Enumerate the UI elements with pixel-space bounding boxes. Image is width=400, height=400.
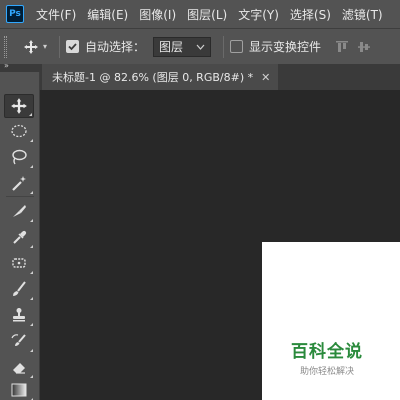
- auto-select-target-dropdown[interactable]: 图层: [153, 36, 212, 57]
- show-transform-checkbox[interactable]: [230, 40, 244, 53]
- collapse-arrows-icon[interactable]: »: [4, 61, 9, 70]
- watermark-subtitle: 助你轻松解决: [299, 367, 354, 377]
- watermark: 百科全说 助你轻松解决: [288, 337, 366, 377]
- magic-wand-icon: [12, 176, 26, 191]
- menu-type[interactable]: 文字(Y): [238, 6, 279, 23]
- document-tab-bar: 未标题-1 @ 82.6% (图层 0, RGB/8#) * ✕: [40, 64, 400, 90]
- eraser-tool[interactable]: [4, 355, 34, 379]
- tools-panel: [0, 72, 40, 400]
- eyedropper-icon: [13, 230, 27, 244]
- separator: [223, 35, 225, 58]
- history-brush-icon: [11, 334, 26, 346]
- magic-wand-tool[interactable]: [4, 171, 34, 195]
- document-tab[interactable]: 未标题-1 @ 82.6% (图层 0, RGB/8#) * ✕: [42, 64, 278, 90]
- slice-knife-icon: [13, 205, 26, 217]
- chevron-down-icon: [196, 44, 205, 50]
- align-vertical-center-icon[interactable]: [357, 40, 371, 54]
- auto-select-label: 自动选择：: [85, 40, 146, 54]
- eyedropper-tool[interactable]: [4, 225, 34, 249]
- menu-image[interactable]: 图像(I): [139, 6, 176, 23]
- align-buttons: [335, 40, 371, 54]
- preset-dropdown-icon[interactable]: ▾: [43, 42, 53, 51]
- auto-select-target-value: 图层: [159, 40, 184, 54]
- auto-select-checkbox[interactable]: [66, 40, 79, 53]
- photoshop-logo[interactable]: Ps: [6, 5, 24, 23]
- move-tool[interactable]: [4, 94, 34, 118]
- menu-layer[interactable]: 图层(L): [187, 6, 227, 23]
- align-top-icon[interactable]: [335, 40, 349, 54]
- menu-file[interactable]: 文件(F): [36, 6, 76, 23]
- options-bar-grip[interactable]: [4, 35, 7, 58]
- show-transform-label: 显示变换控件: [249, 40, 322, 54]
- clone-stamp-tool[interactable]: [4, 303, 34, 327]
- options-bar: ▾ 自动选择： 图层 显示变换控件: [0, 28, 400, 64]
- lasso-icon: [12, 149, 27, 165]
- gradient-icon: [11, 383, 27, 397]
- stamp-icon: [13, 308, 25, 322]
- document-tab-title: 未标题-1 @ 82.6% (图层 0, RGB/8#) *: [52, 71, 254, 84]
- spot-healing-brush-tool[interactable]: [4, 251, 34, 275]
- menu-filter[interactable]: 滤镜(T): [342, 6, 383, 23]
- bandage-icon: [12, 258, 26, 268]
- ellipse-marquee-icon: [11, 124, 27, 138]
- lasso-tool[interactable]: [4, 145, 34, 169]
- watermark-title: 百科全说: [291, 342, 363, 362]
- brush-icon: [13, 281, 26, 296]
- move-icon: [11, 98, 27, 114]
- tool-separator: [6, 196, 34, 197]
- brush-tool[interactable]: [4, 277, 34, 301]
- move-tool-preset-icon[interactable]: [17, 35, 45, 59]
- elliptical-marquee-tool[interactable]: [4, 119, 34, 143]
- close-icon[interactable]: ✕: [261, 71, 270, 84]
- menu-edit[interactable]: 编辑(E): [87, 6, 128, 23]
- slice-tool[interactable]: [4, 199, 34, 223]
- history-brush-tool[interactable]: [4, 329, 34, 353]
- toolbar-collapse-strip[interactable]: »: [0, 61, 40, 72]
- eraser-icon: [13, 363, 25, 374]
- menu-select[interactable]: 选择(S): [290, 6, 331, 23]
- separator: [59, 35, 60, 58]
- gradient-tool[interactable]: [4, 378, 34, 400]
- menu-bar: Ps 文件(F) 编辑(E) 图像(I) 图层(L) 文字(Y) 选择(S) 滤…: [0, 0, 400, 28]
